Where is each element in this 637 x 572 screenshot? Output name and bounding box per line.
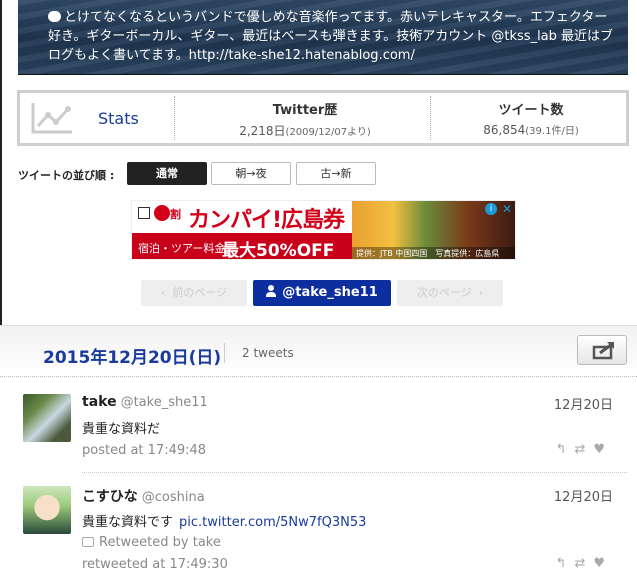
tweet-actions: ↰⇄♥ <box>556 442 613 457</box>
tweet-author[interactable]: こすひな @coshina <box>82 486 205 506</box>
user-icon <box>266 285 277 297</box>
reply-icon[interactable]: ↰ <box>556 556 575 571</box>
tweet-handle: @take_she11 <box>120 395 208 410</box>
page: とけてなくなるというバンドで優しめな音楽作ってます。赤いテレキャスター。エフェク… <box>0 0 637 572</box>
stats-label: Stats <box>98 109 139 128</box>
reply-icon[interactable]: ↰ <box>556 442 575 457</box>
tweet-text: 貴重な資料です pic.twitter.com/5Nw7fQ3N53 <box>82 515 367 530</box>
avatar[interactable] <box>23 486 71 534</box>
retweet-icon[interactable]: ⇄ <box>574 442 593 457</box>
ad-discount: 最大50%OFF <box>222 241 335 260</box>
tweet-retweeted-time[interactable]: retweeted at 17:49:30 <box>82 557 228 572</box>
tweet-media-link[interactable]: pic.twitter.com/5Nw7fQ3N53 <box>179 515 366 530</box>
advertisement[interactable]: 割 カンパイ!広島券 宿泊・ツアー料金 最大50%OFF 提供：JTB 中国四国… <box>131 200 516 260</box>
twitter-history-value: 2,218日(2009/12/07より) <box>239 124 371 138</box>
date-title[interactable]: 2015年12月20日(日) <box>43 343 221 368</box>
speech-bubble-icon <box>48 11 61 22</box>
tweet-count-title: ツイート数 <box>498 103 564 118</box>
tweet-count-badge: 2 tweets <box>242 346 294 360</box>
stats-chart-icon <box>31 103 72 134</box>
ad-offer-strip: 宿泊・ツアー料金 最大50%OFF <box>132 233 352 260</box>
tweet-date[interactable]: 12月20日 <box>554 486 613 505</box>
ad-close-icon[interactable]: ✕ <box>502 202 512 216</box>
ad-logo: 割 <box>132 201 182 233</box>
ad-caption: 提供：JTB 中国四国 写真提供：広島県 <box>352 247 515 259</box>
profile-description: とけてなくなるというバンドで優しめな音楽作ってます。赤いテレキャスター。エフェク… <box>48 8 618 65</box>
chevron-left-icon: ‹ <box>160 286 166 299</box>
favorite-icon[interactable]: ♥ <box>593 442 613 457</box>
ad-logo-circle <box>154 205 170 221</box>
tweet-handle: @coshina <box>141 490 205 505</box>
ad-sub-text: 宿泊・ツアー料金 <box>138 242 226 255</box>
prev-page-label: 前のページ <box>172 286 228 299</box>
share-icon <box>592 342 614 360</box>
share-button[interactable] <box>577 335 627 365</box>
next-page-button[interactable]: 次のページ › <box>397 280 503 306</box>
ad-headline: カンパイ!広島券 <box>188 208 345 233</box>
date-header-divider <box>0 376 637 377</box>
tweet-text: 貴重な資料だ <box>82 422 161 437</box>
my-profile-label: @take_she11 <box>282 285 378 300</box>
sort-old-new-button[interactable]: 古→新 <box>296 162 376 185</box>
next-page-label: 次のページ <box>416 286 472 299</box>
twitter-history-title: Twitter歴 <box>272 103 338 118</box>
sort-normal-button[interactable]: 通常 <box>127 162 207 185</box>
avatar[interactable] <box>23 394 71 442</box>
tweet-actions: ↰⇄♥ <box>556 556 613 571</box>
tweet-count-value: 86,854(39.1件/日) <box>483 123 579 137</box>
chevron-right-icon: › <box>478 286 484 299</box>
retweet-badge-icon <box>82 537 94 547</box>
date-separator <box>224 343 225 363</box>
sort-morning-night-button[interactable]: 朝→夜 <box>211 162 291 185</box>
tweet-divider <box>82 472 627 473</box>
stats-divider <box>430 96 431 140</box>
stats-box: Stats Twitter歴 2,218日(2009/12/07より) ツイート… <box>17 90 629 146</box>
tweet-date[interactable]: 12月20日 <box>554 394 613 413</box>
my-profile-button[interactable]: @take_she11 <box>253 280 391 306</box>
twitter-history: Twitter歴 2,218日(2009/12/07より) <box>180 99 430 139</box>
retweeted-by[interactable]: Retweeted by take <box>82 535 221 550</box>
retweet-icon[interactable]: ⇄ <box>574 556 593 571</box>
sort-label: ツイートの並び順 : <box>18 169 115 182</box>
profile-description-text: とけてなくなるというバンドで優しめな音楽作ってます。赤いテレキャスター。エフェク… <box>48 10 614 63</box>
ad-logo-box <box>138 207 150 219</box>
tweet-author[interactable]: take @take_she11 <box>82 394 208 410</box>
left-edge <box>0 0 2 325</box>
profile-banner: とけてなくなるというバンドで優しめな音楽作ってます。赤いテレキャスター。エフェク… <box>18 0 628 75</box>
ad-logo-text: 割 <box>170 208 181 221</box>
prev-page-button[interactable]: ‹ 前のページ <box>141 280 247 306</box>
stats-divider <box>174 96 175 140</box>
ad-info-icon[interactable]: i <box>485 203 497 215</box>
favorite-icon[interactable]: ♥ <box>593 556 613 571</box>
tweet-posted-time[interactable]: posted at 17:49:48 <box>82 443 206 458</box>
tweet-count: ツイート数 86,854(39.1件/日) <box>436 99 626 137</box>
